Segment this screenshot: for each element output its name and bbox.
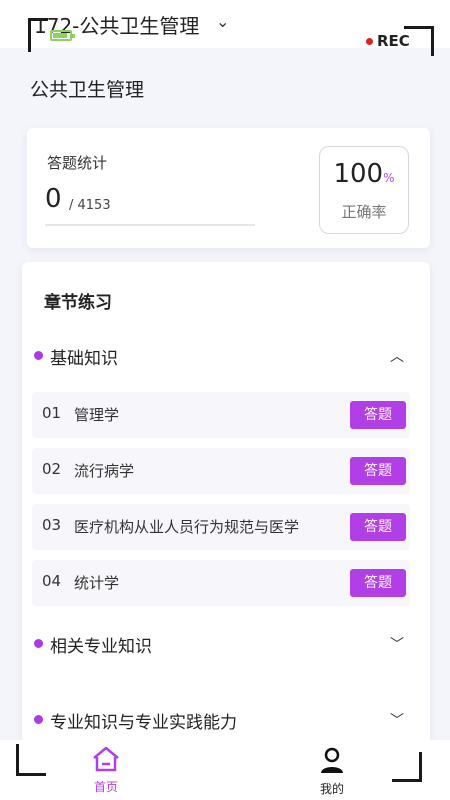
user-icon [321,747,343,773]
group-basic-knowledge[interactable]: 基础知识 ︿ [34,342,424,372]
accuracy-label: 正确率 [341,203,387,221]
stats-divider [45,224,255,226]
chevron-up-icon[interactable]: ︿ [390,346,404,366]
section-title: 章节练习 [44,293,112,313]
nav-home-label: 首页 [93,780,118,794]
home-icon [93,746,119,772]
battery-icon [50,30,75,41]
group-related-knowledge[interactable]: 相关专业知识 ﹀ [34,630,424,660]
chevron-down-icon[interactable]: ⌄ [216,12,229,31]
item-name: 医疗机构从业人员行为规范与医学 [74,518,300,536]
nav-mine-label: 我的 [319,782,344,796]
chevron-down-icon[interactable]: ﹀ [390,634,404,654]
bullet-dot-icon [34,351,43,360]
answer-button[interactable]: 答题 [350,569,406,597]
answer-button[interactable]: 答题 [350,401,406,429]
chevron-down-icon[interactable]: ﹀ [390,710,404,730]
stats-card: 答题统计 0 / 4153 100% 正确率 [27,128,430,248]
chapter-practice-card: 章节练习 基础知识 ︿ 01 管理学 答题 02 流行病学 答题 03 医疗机构… [22,262,430,750]
accuracy-value: 100% [320,159,408,189]
group-professional-practice[interactable]: 专业知识与专业实践能力 ﹀ [34,706,424,736]
group-label: 相关专业知识 [50,637,152,657]
answered-count: 0 [45,184,62,214]
item-number: 01 [42,404,62,422]
page-title: 公共卫生管理 [30,79,145,101]
group-label: 专业知识与专业实践能力 [50,713,237,733]
viewfinder-corner-icon [404,26,434,56]
nav-home[interactable]: 首页 [76,746,136,795]
item-number: 03 [42,516,62,534]
viewfinder-corner-icon [28,18,48,52]
accuracy-unit: % [383,171,395,185]
item-number: 04 [42,572,62,590]
rec-dot-icon [366,37,373,45]
accuracy-box: 100% 正确率 [319,146,409,234]
item-name: 流行病学 [74,462,135,480]
list-item: 01 管理学 答题 [32,392,410,438]
group-label: 基础知识 [50,349,118,369]
stats-label: 答题统计 [47,154,108,172]
bullet-dot-icon [34,715,43,724]
bottom-nav: 首页 我的 [0,740,450,800]
answer-button[interactable]: 答题 [350,513,406,541]
item-number: 02 [42,460,62,478]
answer-button[interactable]: 答题 [350,457,406,485]
total-count: / 4153 [69,198,111,213]
list-item: 04 统计学 答题 [32,560,410,606]
viewfinder-corner-icon [392,752,422,782]
bullet-dot-icon [34,639,43,648]
list-item: 02 流行病学 答题 [32,448,410,494]
accuracy-number: 100 [333,159,384,189]
item-name: 管理学 [74,406,120,424]
viewfinder-corner-icon [16,744,46,776]
list-item: 03 医疗机构从业人员行为规范与医学 答题 [32,504,410,550]
item-name: 统计学 [74,574,120,592]
nav-mine[interactable]: 我的 [302,746,362,797]
app-bar: 172-公共卫生管理 ⌄ REC [0,0,450,50]
